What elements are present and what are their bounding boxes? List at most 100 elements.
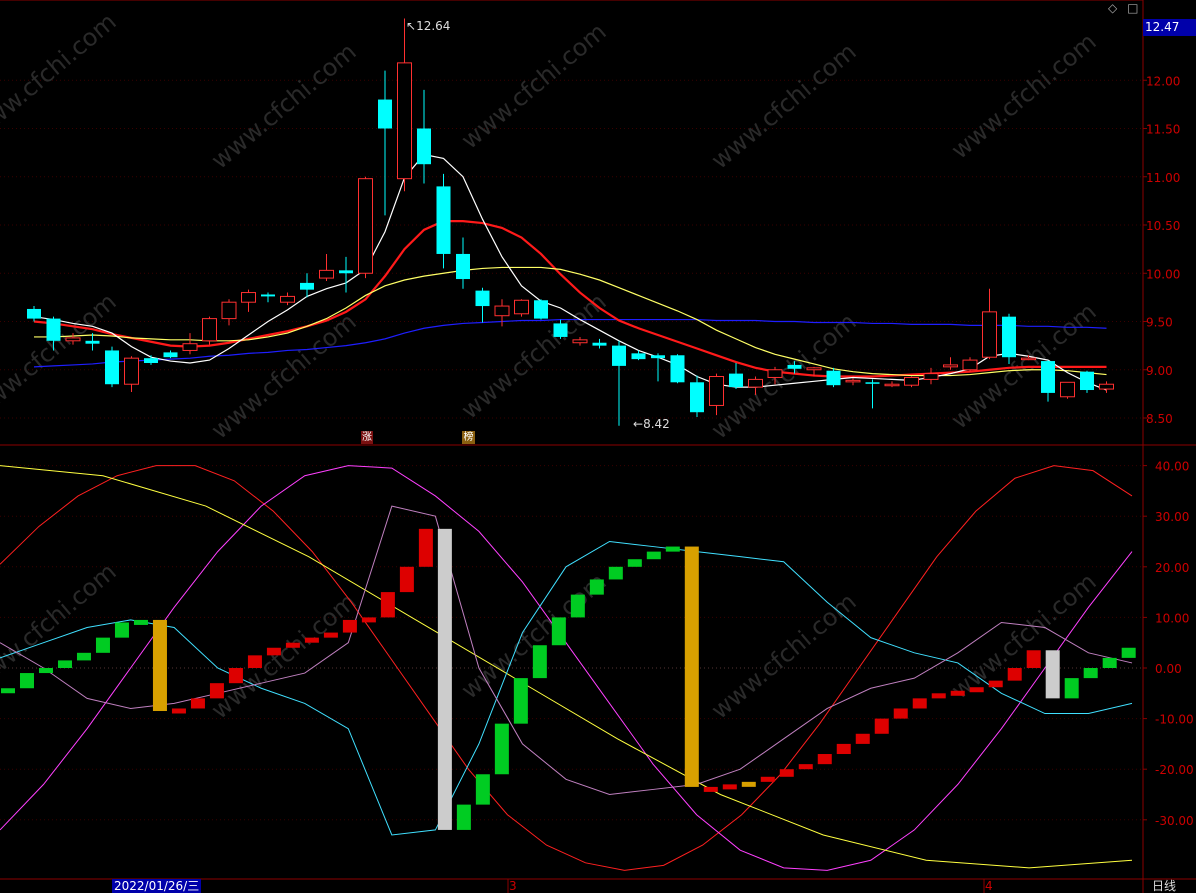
candle-body	[845, 379, 861, 383]
high-price-label: ↖12.64	[406, 19, 451, 33]
oscillator-bar	[323, 632, 338, 638]
oscillator-bar	[1102, 657, 1117, 668]
candle-body	[358, 178, 373, 274]
oscillator-bar	[266, 647, 281, 656]
arrow-icon: ↖	[406, 19, 417, 33]
oscillator-bar	[513, 678, 528, 724]
oscillator-bar	[285, 642, 300, 648]
candle-body	[767, 369, 783, 378]
oscillator-bar	[912, 698, 927, 709]
moving-average-line	[33, 220, 1107, 378]
candle-body	[182, 343, 198, 351]
month-tick-march: 3	[509, 879, 517, 893]
candle-body	[943, 364, 958, 368]
oscillator-bar	[798, 764, 813, 770]
candle-body	[319, 269, 334, 279]
price-tick-label: 10.00	[1146, 267, 1180, 281]
candle-body	[1099, 383, 1114, 390]
arrow-icon: ←	[633, 417, 644, 431]
oscillator-bar	[817, 754, 832, 765]
toolbar-icons[interactable]: ◇ □	[1108, 1, 1138, 15]
candle-body	[456, 253, 470, 280]
oscillator-panel[interactable]	[0, 465, 1136, 871]
oscillator-bar	[551, 617, 566, 646]
watermark-text: www.cfchi.com	[206, 37, 362, 174]
candle-body	[1080, 371, 1094, 391]
oscillator-bar	[779, 769, 794, 777]
rise-marker[interactable]: 涨	[361, 431, 373, 444]
date-cursor-label: 2022/01/26/三	[112, 879, 202, 893]
candle-body	[670, 355, 685, 383]
candle-body	[865, 382, 880, 384]
oscillator-bar	[304, 637, 319, 643]
oscillator-bar	[1121, 647, 1136, 658]
osc-tick-label: 10.00	[1155, 611, 1189, 625]
oscillator-bar	[1083, 668, 1098, 679]
watermark-text: www.cfchi.com	[456, 567, 612, 704]
oscillator-bar	[38, 668, 53, 674]
watermark-text: www.cfchi.com	[946, 27, 1102, 164]
candle-body	[163, 352, 178, 358]
osc-tick-label: 0.00	[1155, 662, 1182, 676]
osc-tick-label: 40.00	[1155, 460, 1189, 474]
axis-labels: 12.00 11.50 11.00 10.50 10.00 9.50 9.00 8.50 40.…	[1146, 74, 1194, 828]
oscillator-bar	[475, 774, 490, 805]
period-label[interactable]: 日线	[1152, 879, 1176, 893]
candle-body	[397, 62, 412, 180]
watermark-text: www.cfchi.com	[706, 37, 862, 174]
candle-body	[806, 367, 822, 371]
osc-tick-label: -20.00	[1155, 763, 1194, 777]
square-icon[interactable]: □	[1127, 1, 1138, 15]
candle-body	[514, 299, 529, 315]
oscillator-bar	[152, 619, 167, 712]
oscillator-bar	[76, 652, 91, 661]
candle-body	[553, 323, 568, 337]
watermark-text: www.cfchi.com	[456, 17, 612, 154]
oscillator-bar	[418, 528, 433, 567]
candle-body	[46, 318, 61, 341]
oscillator-bar	[741, 781, 756, 787]
oscillator-bar	[95, 637, 110, 653]
candle-body	[105, 350, 119, 385]
oscillator-bar	[684, 546, 699, 787]
oscillator-bar	[950, 690, 965, 696]
stock-chart[interactable]: www.cfchi.com www.cfchi.com www.cfchi.com w…	[0, 0, 1196, 893]
candle-body	[124, 357, 139, 385]
oscillator-bar	[399, 566, 414, 593]
candle-body	[494, 305, 510, 317]
oscillator-line	[0, 465, 1133, 871]
price-tick-label: 12.00	[1146, 74, 1180, 88]
osc-tick-label: -30.00	[1155, 814, 1194, 828]
diamond-icon[interactable]: ◇	[1108, 1, 1117, 15]
candle-body	[631, 353, 646, 360]
candle-body	[417, 128, 431, 165]
watermark-text: www.cfchi.com	[706, 587, 862, 724]
candle-body	[612, 345, 626, 366]
oscillator-bar	[703, 786, 718, 792]
candle-body	[202, 318, 217, 342]
candle-body	[1060, 381, 1075, 398]
chart-stage: www.cfchi.com www.cfchi.com www.cfchi.com w…	[0, 0, 1196, 893]
oscillator-bar	[931, 693, 946, 699]
watermark-text: www.cfchi.com	[206, 587, 362, 724]
price-panel[interactable]	[27, 18, 1114, 426]
candle-body	[962, 359, 978, 371]
oscillator-bar	[665, 546, 680, 552]
watermark-text: www.cfchi.com	[206, 307, 362, 444]
ranking-marker[interactable]: 榜	[462, 431, 475, 444]
oscillator-bar	[969, 687, 984, 693]
oscillator-bar	[836, 743, 851, 755]
oscillator-bar	[114, 622, 129, 638]
price-tick-label: 8.50	[1146, 412, 1173, 426]
oscillator-bar	[57, 660, 72, 668]
candle-body	[748, 378, 763, 388]
price-tick-label: 9.50	[1146, 316, 1173, 330]
candle-body	[904, 376, 919, 386]
oscillator-bar	[228, 668, 243, 684]
oscillator-bar	[1064, 678, 1079, 699]
price-tick-label: 11.00	[1146, 171, 1180, 185]
oscillator-bar	[627, 559, 642, 567]
price-tick-label: 9.00	[1146, 364, 1173, 378]
oscillator-bar	[247, 655, 262, 668]
oscillator-bar	[456, 804, 471, 830]
